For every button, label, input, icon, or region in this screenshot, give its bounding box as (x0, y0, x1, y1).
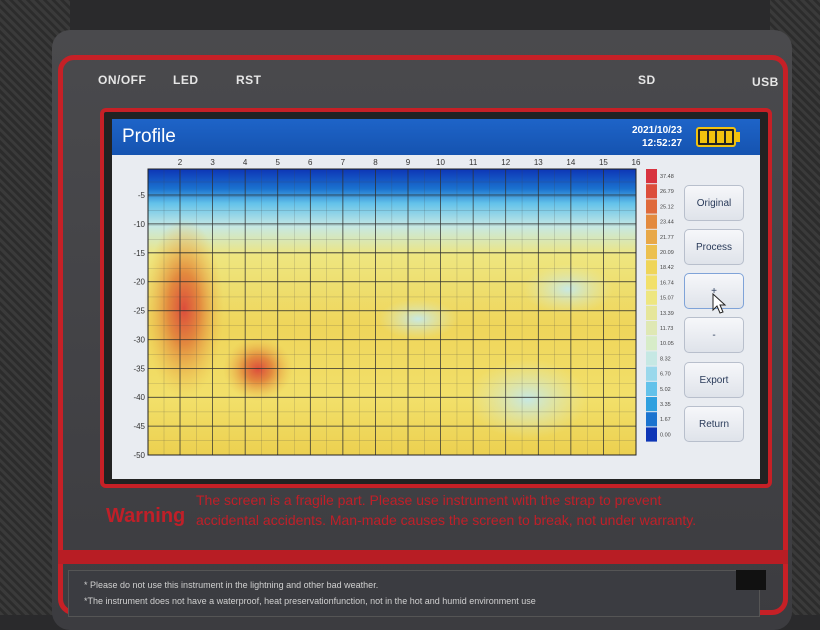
x-tick-label: 16 (632, 158, 641, 167)
process-button[interactable]: Process (684, 229, 744, 265)
x-tick-label: 14 (566, 158, 575, 167)
legend-swatch (646, 412, 657, 427)
on-off-label: ON/OFF (98, 73, 147, 87)
legend-swatch (646, 321, 657, 336)
y-tick-label: -35 (133, 364, 145, 373)
legend-value: 3.35 (660, 402, 671, 408)
legend-value: 20.09 (660, 250, 674, 256)
x-tick-label: 11 (469, 158, 478, 167)
legend-swatch (646, 381, 657, 396)
legend-value: 0.00 (660, 432, 671, 438)
legend-value: 16.74 (660, 280, 674, 286)
legend-swatch (646, 169, 657, 184)
legend-value: 21.77 (660, 235, 674, 241)
warning-line-2: accidental accidents. Man-made causes th… (196, 512, 697, 528)
footer-line-1: * Please do not use this instrument in t… (84, 580, 379, 590)
mouse-pointer-icon (712, 293, 727, 314)
x-tick-label: 4 (243, 158, 248, 167)
rst-label: RST (236, 73, 262, 87)
legend-swatch (646, 351, 657, 366)
legend-swatch (646, 229, 657, 244)
legend-value: 6.70 (660, 372, 671, 378)
x-tick-label: 12 (501, 158, 510, 167)
x-tick-label: 15 (599, 158, 608, 167)
legend-swatch (646, 427, 657, 442)
led-label: LED (173, 73, 199, 87)
x-tick-label: 5 (275, 158, 280, 167)
legend-swatch (646, 290, 657, 305)
zoom-out-button[interactable]: - (684, 317, 744, 353)
footer-panel (68, 570, 760, 617)
export-button[interactable]: Export (684, 362, 744, 398)
legend-value: 5.02 (660, 387, 671, 393)
hot-zone (144, 219, 224, 399)
legend-swatch (646, 199, 657, 214)
profile-chart: 2 3 4 5 6 7 8 9 10 11 12 13 14 15 16 -5 -10 -15 -20 -25 -30… (133, 158, 674, 460)
cool-zone (378, 299, 458, 339)
legend-value: 23.44 (660, 220, 674, 226)
legend-swatch (646, 214, 657, 229)
legend-swatch (646, 275, 657, 290)
y-tick-label: -5 (138, 191, 146, 200)
y-tick-label: -10 (133, 220, 145, 229)
x-tick-label: 6 (308, 158, 313, 167)
legend-swatch (646, 397, 657, 412)
x-tick-label: 2 (178, 158, 183, 167)
y-tick-label: -25 (133, 307, 145, 316)
legend-value: 13.39 (660, 311, 674, 317)
legend-swatch (646, 366, 657, 381)
y-tick-label: -30 (133, 335, 145, 344)
footer-line-2: *The instrument does not have a waterpro… (84, 596, 536, 606)
x-tick-label: 9 (406, 158, 411, 167)
x-tick-label: 10 (436, 158, 445, 167)
usb-label: USB (752, 75, 779, 89)
legend-swatch (646, 305, 657, 320)
y-tick-label: -20 (133, 278, 145, 287)
y-tick-label: -50 (133, 451, 145, 460)
x-tick-label: 7 (341, 158, 346, 167)
legend-value: 11.73 (660, 326, 673, 332)
original-button[interactable]: Original (684, 185, 744, 221)
legend-swatch (646, 260, 657, 275)
legend-value: 15.07 (660, 296, 674, 302)
legend-value: 1.67 (660, 417, 671, 423)
y-tick-label: -45 (133, 422, 145, 431)
warning-title: Warning (106, 505, 186, 527)
legend-value: 26.79 (660, 189, 674, 195)
warning-line-1: The screen is a fragile part. Please use… (196, 492, 662, 508)
y-tick-label: -40 (133, 393, 145, 402)
sd-label: SD (638, 73, 656, 87)
cool-zone (523, 264, 613, 314)
hot-zone (223, 337, 293, 401)
legend-swatch (646, 245, 657, 260)
legend-swatch (646, 184, 657, 199)
legend-value: 25.12 (660, 204, 674, 210)
x-tick-label: 13 (534, 158, 543, 167)
screen: Profile 2021/10/23 12:52:27 2 3 4 5 6 7 … (112, 119, 760, 479)
red-strip (58, 550, 788, 564)
corner-pattern (736, 570, 766, 590)
legend-swatch (646, 336, 657, 351)
legend-value: 18.42 (660, 265, 674, 271)
x-tick-label: 3 (210, 158, 215, 167)
x-tick-label: 8 (373, 158, 378, 167)
legend-value: 8.32 (660, 356, 671, 362)
return-button[interactable]: Return (684, 406, 744, 442)
legend-value: 10.05 (660, 341, 674, 347)
y-tick-label: -15 (133, 249, 145, 258)
legend-value: 37.48 (660, 174, 674, 180)
cool-zone (468, 359, 588, 439)
